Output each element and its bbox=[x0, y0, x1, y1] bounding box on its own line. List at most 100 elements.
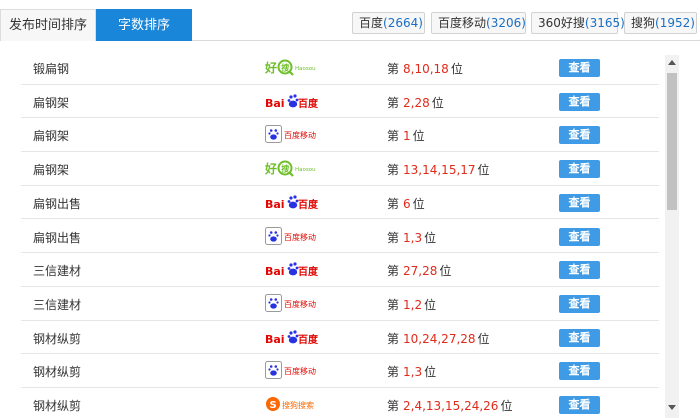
rank-positions: 第 8,10,18 位 bbox=[387, 60, 463, 77]
rank-numbers: 10,24,27,28 bbox=[403, 331, 476, 346]
keyword: 扁钢出售 bbox=[33, 230, 82, 245]
rank-prefix: 第 bbox=[387, 129, 400, 144]
keyword: 三信建材 bbox=[33, 264, 82, 279]
table-row: 三信建材 Bai 百度 第 27,28 位 查看 bbox=[21, 253, 659, 287]
view-button[interactable]: 查看 bbox=[559, 362, 600, 381]
rank-suffix: 位 bbox=[477, 163, 490, 178]
engine-tab-baidu[interactable]: 百度(2664) bbox=[352, 12, 425, 34]
rank-suffix: 位 bbox=[424, 365, 437, 380]
table-row: 钢材纵剪 S 搜狗搜索 第 2,4,13,15,24,26 位 查看 bbox=[21, 388, 659, 418]
rank-prefix: 第 bbox=[387, 264, 400, 279]
keyword: 三信建材 bbox=[33, 297, 82, 312]
engine-tab-count: (1952) bbox=[655, 16, 695, 30]
rank-numbers: 27,28 bbox=[403, 264, 438, 279]
svg-text:搜: 搜 bbox=[281, 164, 290, 174]
engine-tab-count: (2664) bbox=[383, 16, 423, 30]
rank-positions: 第 2,4,13,15,24,26 位 bbox=[387, 397, 512, 414]
engine-tab-label: 360好搜 bbox=[538, 16, 585, 30]
rank-suffix: 位 bbox=[439, 264, 452, 279]
rank-positions: 第 1,3 位 bbox=[387, 363, 436, 380]
rank-suffix: 位 bbox=[431, 95, 444, 110]
view-button[interactable]: 查看 bbox=[559, 160, 600, 179]
ranking-list: 锻扁钢好搜 Haosou 第 8,10,18 位查看 扁钢架 Bai 百度第 2,28 位查看 扁钢… bbox=[0, 51, 700, 418]
svg-text:百度移动: 百度移动 bbox=[284, 130, 316, 140]
view-button[interactable]: 查看 bbox=[559, 59, 600, 77]
keyword: 钢材纵剪 bbox=[33, 399, 82, 413]
keyword: 扁钢出售 bbox=[33, 196, 82, 211]
svg-text:百度移动: 百度移动 bbox=[284, 299, 316, 309]
svg-text:百度移动: 百度移动 bbox=[284, 366, 316, 376]
rank-numbers: 2,28 bbox=[403, 95, 430, 110]
rank-prefix: 第 bbox=[387, 297, 400, 312]
engine-tab-count: (3206) bbox=[486, 16, 526, 30]
rank-suffix: 位 bbox=[477, 331, 490, 346]
view-button[interactable]: 查看 bbox=[559, 126, 600, 145]
svg-text:Haosou: Haosou bbox=[295, 167, 316, 173]
rank-suffix: 位 bbox=[412, 196, 425, 211]
rank-prefix: 第 bbox=[387, 230, 400, 245]
baidu-logo-icon: Bai 百度 bbox=[265, 259, 325, 279]
table-row: 三信建材 百度移动 第 1,2 位 查看 bbox=[21, 287, 659, 321]
rank-numbers: 1,3 bbox=[403, 230, 423, 245]
rank-numbers: 1,2 bbox=[403, 297, 423, 312]
engine-tab-sogou[interactable]: 搜狗(1952) bbox=[624, 12, 697, 34]
rank-positions: 第 1,3 位 bbox=[387, 229, 436, 246]
rank-suffix: 位 bbox=[500, 399, 513, 413]
keyword: 扁钢架 bbox=[33, 95, 70, 110]
table-row: 扁钢出售 Bai 百度 第 6 位 查看 bbox=[21, 186, 659, 220]
haosou-logo-icon: 好搜 Haosou bbox=[264, 158, 325, 178]
keyword: 扁钢架 bbox=[33, 129, 70, 144]
engine-tab-count: (3165) bbox=[584, 16, 625, 30]
rank-positions: 第 27,28 位 bbox=[387, 262, 451, 279]
view-button[interactable]: 查看 bbox=[559, 193, 600, 212]
rank-numbers: 8,10,18 bbox=[403, 62, 449, 76]
rank-numbers: 13,14,15,17 bbox=[403, 163, 476, 178]
view-button[interactable]: 查看 bbox=[559, 328, 600, 347]
keyword: 钢材纵剪 bbox=[33, 331, 82, 346]
rank-positions: 第6位 bbox=[387, 195, 425, 212]
baidu-logo-icon: Bai 百度 bbox=[265, 91, 325, 111]
scroll-up-arrow-icon[interactable] bbox=[668, 60, 676, 65]
tab-sort-by-word-count[interactable]: 字数排序 bbox=[96, 9, 192, 41]
engine-tab-360-haosou[interactable]: 360好搜(3165) bbox=[531, 12, 625, 34]
baidu-mobile-logo-icon: 百度移动 bbox=[265, 360, 325, 380]
engine-tab-label: 百度 bbox=[359, 16, 384, 30]
tab-sort-by-publish-time[interactable]: 发布时间排序 bbox=[0, 9, 96, 41]
rank-prefix: 第 bbox=[387, 399, 400, 413]
scrollbar-thumb[interactable] bbox=[667, 73, 677, 210]
rank-numbers: 6 bbox=[403, 196, 411, 211]
svg-text:Bai: Bai bbox=[265, 97, 285, 110]
svg-text:好: 好 bbox=[265, 161, 277, 176]
baidu-logo-icon: Bai 百度 bbox=[265, 192, 325, 212]
svg-text:Bai: Bai bbox=[265, 265, 285, 278]
svg-text:百度: 百度 bbox=[298, 198, 319, 211]
table-row: 扁钢出售 百度移动 第 1,3 位 查看 bbox=[21, 220, 659, 254]
rank-positions: 第 2,28 位 bbox=[387, 94, 444, 111]
view-button[interactable]: 查看 bbox=[559, 294, 600, 313]
engine-tab-label: 搜狗 bbox=[631, 16, 656, 30]
view-button[interactable]: 查看 bbox=[559, 396, 600, 414]
rank-prefix: 第 bbox=[387, 62, 400, 76]
table-row: 锻扁钢 好搜 Haosou 第 8,10,18 位 查看 bbox=[21, 51, 659, 85]
svg-text:搜: 搜 bbox=[281, 63, 290, 73]
scrollbar[interactable] bbox=[665, 55, 679, 418]
rank-suffix: 位 bbox=[450, 62, 463, 76]
table-row: 扁钢架 好搜 Haosou 第 13,14,15,17 位 查看 bbox=[21, 152, 659, 186]
baidu-logo-icon: Bai 百度 bbox=[265, 327, 325, 347]
engine-tab-baidu-mobile[interactable]: 百度移动(3206) bbox=[431, 12, 526, 34]
rank-prefix: 第 bbox=[387, 196, 400, 211]
table-row: 扁钢架 Bai 百度 第 2,28 位 查看 bbox=[21, 85, 659, 119]
rank-positions: 第1位 bbox=[387, 127, 425, 144]
svg-text:Bai: Bai bbox=[265, 333, 285, 346]
baidu-mobile-logo-icon: 百度移动 bbox=[265, 124, 325, 144]
view-button[interactable]: 查看 bbox=[559, 227, 600, 246]
svg-text:搜狗搜索: 搜狗搜索 bbox=[282, 400, 314, 410]
rank-positions: 第 1,2 位 bbox=[387, 296, 436, 313]
view-button[interactable]: 查看 bbox=[559, 92, 600, 111]
table-row: 扁钢架 百度移动 第 1 位 查看 bbox=[21, 118, 659, 153]
baidu-mobile-logo-icon: 百度移动 bbox=[265, 226, 325, 246]
engine-tab-label: 百度移动 bbox=[438, 16, 487, 30]
table-row: 钢材纵剪 Bai 百度 第 10,24,27,28 位 查看 bbox=[21, 321, 659, 355]
scroll-down-arrow-icon[interactable] bbox=[668, 405, 676, 410]
view-button[interactable]: 查看 bbox=[559, 261, 600, 280]
